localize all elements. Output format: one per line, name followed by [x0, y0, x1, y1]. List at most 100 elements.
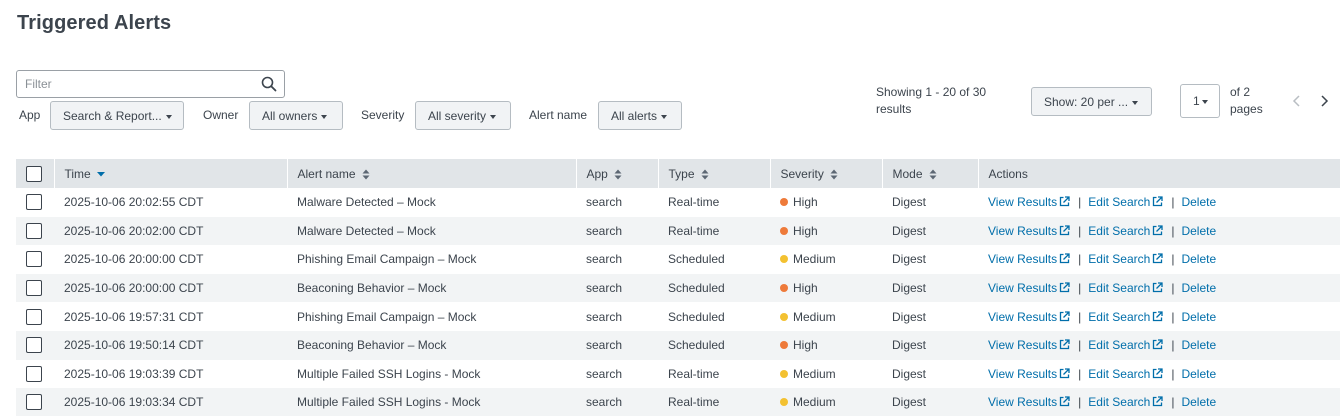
row-checkbox[interactable]: [26, 251, 42, 268]
row-checkbox[interactable]: [26, 222, 42, 239]
view-results-label: View Results: [988, 309, 1058, 324]
actions-cell: View Results | Edit Search | Delete: [978, 245, 1340, 274]
time-cell: 2025-10-06 20:00:00 CDT: [64, 281, 204, 296]
delete-link[interactable]: Delete: [1181, 195, 1216, 209]
column-header-alert-name[interactable]: Alert name: [286, 159, 576, 188]
row-checkbox[interactable]: [26, 394, 42, 411]
severity-cell: Medium: [770, 360, 882, 389]
column-header-time[interactable]: Time: [53, 159, 287, 188]
action-separator: |: [1171, 195, 1175, 210]
severity-label: High: [793, 223, 818, 238]
app-filter-label: App: [19, 108, 41, 122]
severity-label: Medium: [793, 309, 836, 324]
severity-cell: High: [770, 274, 882, 303]
view-results-link[interactable]: View Results: [988, 195, 1070, 209]
severity-filter-label: Severity: [361, 108, 405, 122]
row-checkbox[interactable]: [26, 365, 42, 382]
edit-search-label: Edit Search: [1088, 338, 1151, 353]
column-label: Mode: [892, 166, 923, 181]
delete-link[interactable]: Delete: [1181, 338, 1216, 352]
delete-link[interactable]: Delete: [1181, 395, 1216, 409]
sort-icon: [929, 169, 937, 180]
delete-link[interactable]: Delete: [1181, 310, 1216, 324]
type-cell: Real-time: [668, 395, 720, 410]
view-results-label: View Results: [988, 252, 1058, 267]
edit-search-label: Edit Search: [1088, 195, 1151, 210]
column-header-mode[interactable]: Mode: [881, 159, 978, 188]
row-checkbox[interactable]: [26, 194, 42, 211]
results-count: Showing 1 - 20 of 30 results: [876, 85, 987, 116]
edit-search-link[interactable]: Edit Search: [1088, 224, 1163, 238]
next-page-icon[interactable]: [1318, 94, 1330, 108]
edit-search-link[interactable]: Edit Search: [1088, 338, 1163, 352]
filter-box[interactable]: [16, 70, 285, 98]
page-select[interactable]: 1: [1180, 84, 1220, 118]
action-separator: |: [1171, 281, 1175, 296]
column-header-app[interactable]: App: [575, 159, 658, 188]
sort-icon: [362, 169, 370, 180]
action-separator: |: [1078, 309, 1082, 324]
edit-search-link[interactable]: Edit Search: [1088, 310, 1163, 324]
column-header-type[interactable]: Type: [657, 159, 770, 188]
delete-link[interactable]: Delete: [1181, 281, 1216, 295]
edit-search-link[interactable]: Edit Search: [1088, 367, 1163, 381]
app-dropdown[interactable]: Search & Report...: [50, 101, 184, 130]
column-label: Actions: [988, 166, 1028, 181]
column-header-actions: Actions: [977, 159, 1340, 188]
delete-link[interactable]: Delete: [1181, 252, 1216, 266]
per-page-dropdown[interactable]: Show: 20 per ...: [1031, 87, 1152, 116]
view-results-link[interactable]: View Results: [988, 395, 1070, 409]
row-select-cell: [16, 274, 54, 303]
view-results-link[interactable]: View Results: [988, 281, 1070, 295]
severity-dot-icon: [780, 341, 788, 350]
row-checkbox[interactable]: [26, 280, 42, 297]
select-all-checkbox[interactable]: [26, 165, 42, 182]
alert-name-filter-label: Alert name: [529, 108, 588, 122]
view-results-label: View Results: [988, 195, 1058, 210]
column-header-severity[interactable]: Severity: [769, 159, 882, 188]
page-title: Triggered Alerts: [17, 12, 172, 34]
actions-cell: View Results | Edit Search | Delete: [978, 360, 1340, 389]
view-results-link[interactable]: View Results: [988, 338, 1070, 352]
row-select-cell: [16, 188, 54, 217]
owner-dropdown[interactable]: All owners: [249, 101, 343, 130]
delete-link[interactable]: Delete: [1181, 367, 1216, 381]
time-cell: 2025-10-06 20:02:55 CDT: [64, 195, 204, 210]
type-cell: Scheduled: [668, 281, 725, 296]
edit-search-link[interactable]: Edit Search: [1088, 252, 1163, 266]
view-results-link[interactable]: View Results: [988, 310, 1070, 324]
time-cell: 2025-10-06 20:00:00 CDT: [64, 252, 204, 267]
view-results-link[interactable]: View Results: [988, 367, 1070, 381]
action-separator: |: [1171, 252, 1175, 267]
table-row: 2025-10-06 19:57:31 CDT Phishing Email C…: [16, 302, 1340, 331]
view-results-link[interactable]: View Results: [988, 252, 1070, 266]
external-link-icon: [1153, 253, 1163, 264]
view-results-link[interactable]: View Results: [988, 224, 1070, 238]
edit-search-label: Edit Search: [1088, 252, 1151, 267]
sort-icon: [701, 169, 709, 180]
edit-search-link[interactable]: Edit Search: [1088, 195, 1163, 209]
prev-page-icon[interactable]: [1291, 94, 1303, 108]
severity-cell: Medium: [770, 245, 882, 274]
filter-input[interactable]: [17, 77, 247, 91]
severity-dot-icon: [780, 398, 788, 407]
caret-down-icon: [321, 114, 328, 119]
external-link-icon: [1153, 396, 1163, 407]
alert-name-dropdown[interactable]: All alerts: [598, 101, 682, 130]
edit-search-label: Edit Search: [1088, 281, 1151, 296]
external-link-icon: [1059, 311, 1070, 321]
severity-label: High: [793, 281, 818, 296]
severity-dropdown[interactable]: All severity: [415, 101, 511, 130]
edit-search-link[interactable]: Edit Search: [1088, 281, 1163, 295]
row-checkbox[interactable]: [26, 337, 42, 354]
delete-link[interactable]: Delete: [1181, 224, 1216, 238]
time-cell: 2025-10-06 20:02:00 CDT: [64, 223, 204, 238]
search-icon[interactable]: [261, 76, 277, 92]
action-separator: |: [1078, 223, 1082, 238]
row-checkbox[interactable]: [26, 308, 42, 325]
action-separator: |: [1078, 252, 1082, 267]
app-dropdown-value: Search & Report...: [63, 108, 162, 123]
edit-search-link[interactable]: Edit Search: [1088, 395, 1163, 409]
app-cell: search: [586, 309, 623, 324]
view-results-label: View Results: [988, 338, 1058, 353]
